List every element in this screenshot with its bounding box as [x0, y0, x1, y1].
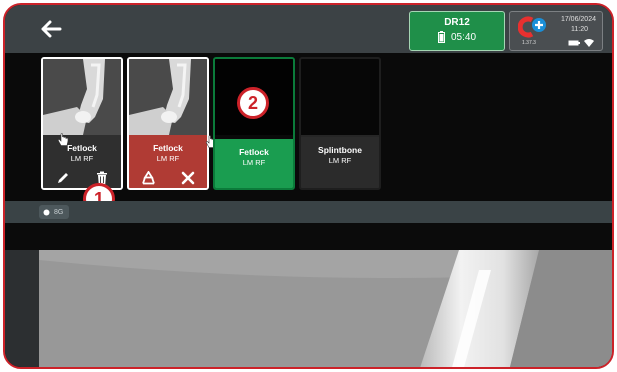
- edit-button[interactable]: [54, 170, 72, 186]
- thumbnail-name: Fetlock: [153, 143, 183, 153]
- filter-chip[interactable]: 8G: [39, 205, 70, 219]
- wifi-icon: [584, 39, 594, 47]
- thumbnail-strip: Fetlock LM RF Fetlock LM RF Fetlock LM R…: [5, 53, 612, 215]
- separator-strip: [5, 223, 612, 250]
- thumbnail-label: Splintbone LM RF: [301, 137, 379, 188]
- system-date: 17/06/2024: [560, 16, 596, 23]
- callout-2: 2: [237, 87, 269, 119]
- thumbnail-fetlock-active[interactable]: Fetlock LM RF: [213, 57, 295, 190]
- thumbnail-label: Fetlock LM RF: [43, 135, 121, 188]
- confirm-delete-button[interactable]: [179, 170, 197, 186]
- xray-thumbnail: [129, 59, 207, 135]
- thumbnail-view: LM RF: [242, 158, 266, 167]
- tablet-screen: DR12 05:40 1.37.3 17/06/2024 11:20 Fetlo…: [3, 3, 614, 369]
- thumbnail-name: Splintbone: [318, 145, 362, 155]
- thumbnail-label: Fetlock LM RF: [129, 135, 207, 188]
- system-status[interactable]: 1.37.3 17/06/2024 11:20: [509, 11, 603, 51]
- app-version: 1.37.3: [522, 40, 536, 46]
- back-button[interactable]: [35, 15, 67, 43]
- system-time: 11:20: [571, 26, 588, 33]
- battery-icon: [437, 31, 445, 43]
- dot-icon: [43, 209, 50, 215]
- hand-cursor-icon: [58, 133, 69, 146]
- xray-image-view[interactable]: [39, 250, 612, 367]
- thumbnail-view: LM RF: [156, 154, 180, 163]
- thumbnail-name: Fetlock: [239, 147, 269, 157]
- device-status[interactable]: DR12 05:40: [409, 11, 505, 51]
- thumbnail-view: LM RF: [70, 154, 94, 163]
- close-icon: [181, 171, 194, 185]
- battery-icon: [568, 40, 580, 46]
- recycle-icon: [142, 171, 155, 185]
- thumbnail-name: Fetlock: [67, 143, 97, 153]
- thumbnail-view: LM RF: [328, 156, 352, 165]
- restore-button[interactable]: [140, 170, 158, 186]
- thumbnail-fetlock-delete[interactable]: Fetlock LM RF: [127, 57, 209, 190]
- device-name: DR12: [444, 17, 470, 28]
- device-battery-time: 05:40: [450, 31, 477, 43]
- chip-label: 8G: [54, 208, 64, 216]
- app-logo-icon: [518, 16, 546, 38]
- arrow-left-icon: [41, 20, 62, 38]
- xray-thumbnail: [43, 59, 121, 135]
- top-bar: DR12 05:40 1.37.3 17/06/2024 11:20: [5, 5, 612, 53]
- thumbnail-splintbone[interactable]: Splintbone LM RF: [299, 57, 381, 190]
- thumbnail-label: Fetlock LM RF: [215, 139, 293, 188]
- image-toolbar: 8G: [5, 201, 612, 223]
- empty-thumbnail: [301, 59, 379, 135]
- thumbnail-fetlock-selected[interactable]: Fetlock LM RF: [41, 57, 123, 190]
- pencil-icon: [57, 173, 68, 183]
